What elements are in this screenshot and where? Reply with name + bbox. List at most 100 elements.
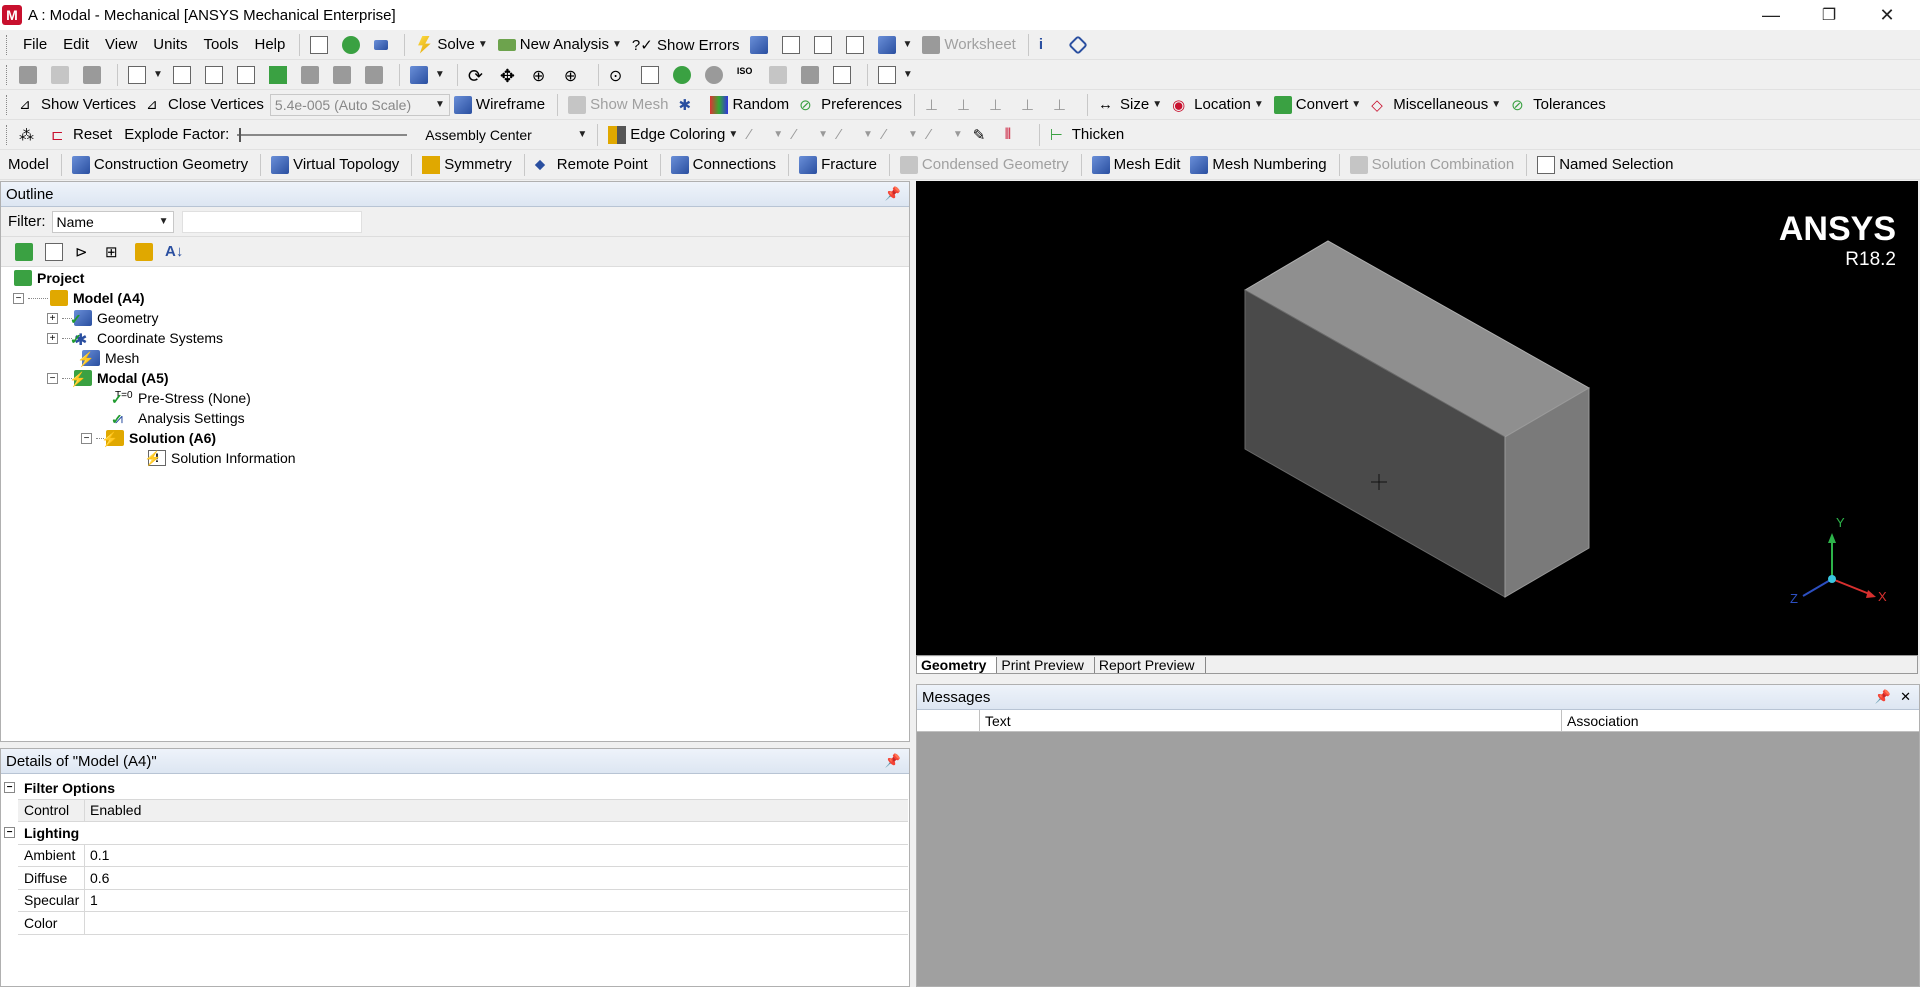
ctx-mesh-numbering[interactable]: Mesh Numbering (1186, 153, 1330, 177)
dim-tool-1[interactable]: ⊥ (921, 93, 951, 117)
ctx-fracture[interactable]: Fracture (795, 153, 881, 177)
tab-geometry[interactable]: Geometry (917, 656, 998, 673)
menu-file[interactable]: File (15, 36, 55, 53)
ctx-symmetry[interactable]: Symmetry (418, 153, 516, 177)
menu-edit[interactable]: Edit (55, 36, 97, 53)
chevron-down-icon[interactable]: ▼ (903, 39, 913, 50)
tree-node-modal[interactable]: − ⚡ Modal (A5) (47, 368, 169, 388)
info-button[interactable]: i (1035, 33, 1065, 57)
explode-slider[interactable] (237, 127, 408, 142)
select-face-button[interactable] (233, 63, 263, 87)
solve-button[interactable]: Solve ▼ (411, 33, 491, 57)
graphics-viewport[interactable]: ANSYS R18.2 Y X Z (916, 181, 1918, 655)
edge-tool-3[interactable]: ⁄ ▼ (834, 123, 877, 147)
chevron-down-icon[interactable]: ▼ (908, 129, 918, 140)
next-view-button[interactable] (797, 63, 827, 87)
tree-node-solution[interactable]: − ⚡ Solution (A6) (81, 428, 216, 448)
chevron-down-icon[interactable]: ▼ (818, 129, 828, 140)
select-vertex-button[interactable] (169, 63, 199, 87)
details-row[interactable]: Ambient 0.1 (18, 844, 908, 867)
tree-node-analysis-settings[interactable]: ⩘ ✓ Analysis Settings (111, 408, 245, 428)
ctx-virtual-topology[interactable]: Virtual Topology (267, 153, 403, 177)
axis-button[interactable]: ✱ (674, 93, 704, 117)
pan-button[interactable]: ✥ (496, 63, 526, 87)
tree-node-model[interactable]: − Model (A4) (13, 288, 145, 308)
reset-button[interactable]: ⊏ Reset (47, 123, 116, 147)
details-row[interactable]: Diffuse 0.6 (18, 867, 908, 890)
details-group-lighting[interactable]: − Lighting (4, 822, 908, 845)
edge-tool-1[interactable]: ⁄ ▼ (744, 123, 787, 147)
chevron-down-icon[interactable]: ▼ (612, 39, 622, 50)
ctx-remote-point[interactable]: ⬥ Remote Point (531, 153, 652, 177)
close-vertices-button[interactable]: ⊿ Close Vertices (142, 93, 268, 117)
expand-tree-icon[interactable]: ⊳ (75, 243, 93, 261)
ctx-connections[interactable]: Connections (667, 153, 780, 177)
ctx-named-selection[interactable]: Named Selection (1533, 153, 1677, 177)
iso-button[interactable]: ISO (733, 63, 763, 87)
select-mode-button[interactable]: ▼ (124, 63, 167, 87)
details-row[interactable]: Specular 1 (18, 889, 908, 912)
refresh-icon[interactable] (15, 242, 33, 261)
thicken-button[interactable]: ⊢ Thicken (1046, 123, 1129, 147)
filter-search-input[interactable] (181, 210, 362, 233)
chevron-down-icon[interactable]: ▼ (863, 129, 873, 140)
tag-button[interactable] (1067, 33, 1093, 57)
zoom-button[interactable]: ⊕ (528, 63, 558, 87)
tab-report-preview[interactable]: Report Preview (1095, 656, 1206, 673)
chevron-down-icon[interactable]: ▼ (773, 129, 783, 140)
select-body-button[interactable] (265, 63, 295, 87)
details-group-filter-options[interactable]: − Filter Options (4, 777, 908, 800)
col-association[interactable]: Association (1562, 710, 1919, 731)
collapse-icon[interactable]: − (13, 292, 24, 304)
pin-icon[interactable]: 📌 (1875, 689, 1891, 705)
collapse-env-icon[interactable] (45, 242, 63, 261)
rotate-button[interactable]: ⟳ (464, 63, 494, 87)
edge-tool-2[interactable]: ⁄ ▼ (789, 123, 832, 147)
ctx-model[interactable]: Model (4, 153, 53, 177)
new-analysis-button[interactable]: New Analysis ▼ (494, 33, 626, 57)
spell-button[interactable] (778, 33, 808, 57)
menu-help[interactable]: Help (247, 36, 294, 53)
chevron-down-icon[interactable]: ▼ (1351, 99, 1361, 110)
tool-btn-1[interactable] (15, 63, 45, 87)
ctx-solution-combination[interactable]: Solution Combination (1346, 153, 1519, 177)
row-value[interactable]: 0.6 (85, 870, 109, 886)
chevron-down-icon[interactable]: ▼ (953, 129, 963, 140)
insert-button[interactable] (746, 33, 776, 57)
restore-button[interactable]: ❐ (1800, 0, 1858, 30)
dim-tool-3[interactable]: ⊥ (985, 93, 1015, 117)
image-button[interactable]: ▼ (874, 33, 917, 57)
tree-node-project[interactable]: Project (14, 268, 84, 288)
explode-icon-button[interactable]: ⁂ (15, 123, 45, 147)
triad-icon[interactable]: Y X Z (1790, 515, 1887, 606)
show-vertices-button[interactable]: ⊿ Show Vertices (15, 93, 140, 117)
toolbar-grip[interactable] (6, 94, 9, 115)
row-value[interactable]: 1 (85, 892, 98, 908)
text-button[interactable] (842, 33, 872, 57)
check-button[interactable] (338, 33, 368, 57)
random-button[interactable]: Random (706, 93, 793, 117)
size-button[interactable]: ↔ Size ▼ (1094, 93, 1166, 117)
chevron-down-icon[interactable]: ▼ (435, 69, 445, 80)
filter-select[interactable]: Name ▼ (51, 210, 174, 233)
chevron-down-icon[interactable]: ▼ (728, 129, 738, 140)
row-value[interactable]: 0.1 (85, 847, 109, 863)
zoom-green-button[interactable] (669, 63, 699, 87)
details-row[interactable]: Color (18, 912, 908, 935)
pin-icon[interactable]: 📌 (885, 186, 901, 202)
tree-node-mesh[interactable]: ⚡ Mesh (77, 348, 139, 368)
worksheet-button[interactable]: Worksheet (918, 33, 1019, 57)
miscellaneous-button[interactable]: ◇ Miscellaneous ▼ (1367, 93, 1505, 117)
edge-tool-5[interactable]: ⁄ ▼ (924, 123, 967, 147)
model-canvas[interactable]: ANSYS R18.2 Y X Z (916, 181, 1918, 655)
ctx-construction-geometry[interactable]: Construction Geometry (68, 153, 252, 177)
pin-icon[interactable]: 📌 (885, 753, 901, 769)
close-icon[interactable]: ✕ (1900, 689, 1911, 705)
chevron-down-icon[interactable]: ▼ (478, 39, 488, 50)
chevron-down-icon[interactable]: ▼ (903, 69, 913, 80)
preferences-button[interactable]: ⊘ Preferences (795, 93, 906, 117)
tool-btn-2[interactable] (47, 63, 77, 87)
dim-tool-2[interactable]: ⊥ (953, 93, 983, 117)
toolbar-grip[interactable] (6, 124, 9, 145)
show-mesh-button[interactable]: Show Mesh (564, 93, 672, 117)
